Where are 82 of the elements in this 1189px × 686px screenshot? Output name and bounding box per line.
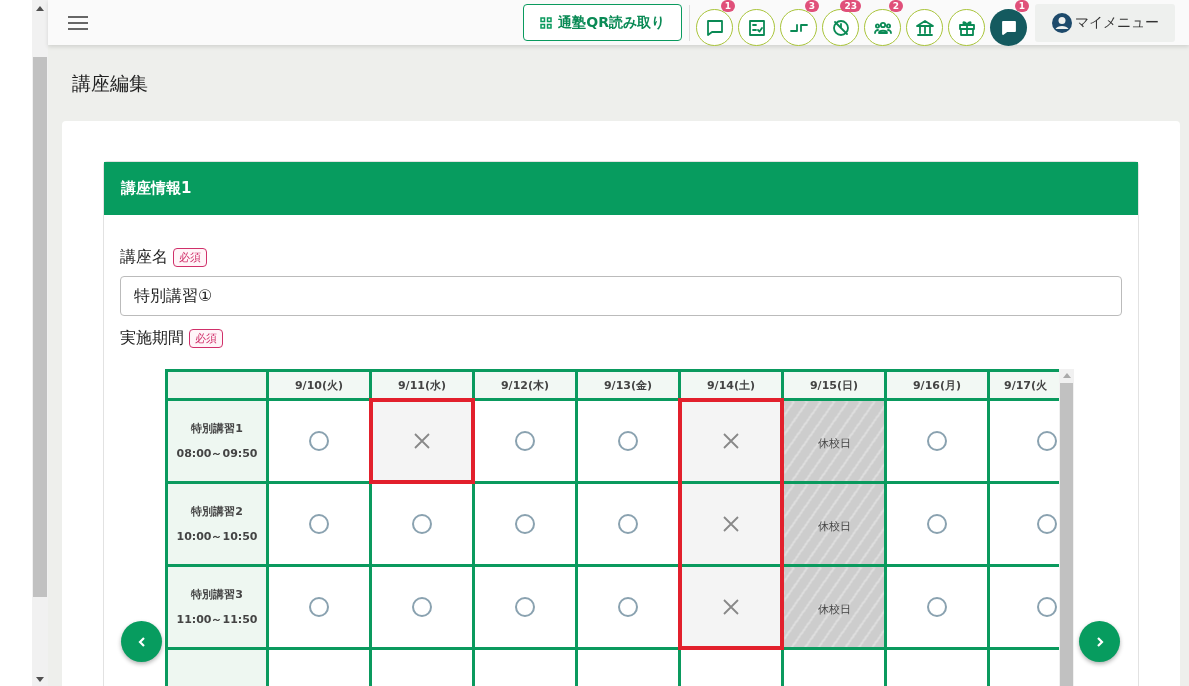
- circle-icon: [308, 596, 330, 618]
- account-icon: [1051, 11, 1073, 34]
- availability-cell[interactable]: [370, 565, 474, 649]
- count-badge: 3: [804, 0, 819, 12]
- circle-icon: [1036, 513, 1058, 535]
- page-title: 講座編集: [71, 71, 149, 96]
- cross-icon: [413, 432, 431, 450]
- date-header: 9/12(木): [473, 370, 577, 400]
- circle-icon: [926, 430, 948, 452]
- cross-icon: [722, 598, 740, 616]
- date-header: 9/10(火): [267, 370, 371, 400]
- circle-icon: [617, 596, 639, 618]
- count-badge: 23: [840, 0, 861, 12]
- session-label: 特別講習1 08:00～09:50: [166, 399, 268, 483]
- circle-icon: [411, 513, 433, 535]
- previous-button[interactable]: [121, 621, 162, 662]
- circle-icon: [514, 596, 536, 618]
- checklist-icon: [746, 17, 767, 38]
- group-button[interactable]: [864, 9, 901, 46]
- cross-icon: [722, 432, 740, 450]
- circle-icon: [1036, 430, 1058, 452]
- circle-icon: [926, 596, 948, 618]
- circle-icon: [411, 596, 433, 618]
- date-header: 9/14(土): [679, 370, 783, 400]
- holiday-cell[interactable]: 休校日: [782, 565, 886, 649]
- chat-icon: [704, 17, 725, 38]
- circle-icon: [926, 513, 948, 535]
- availability-cell[interactable]: [885, 482, 989, 566]
- count-badge: 1: [720, 0, 735, 12]
- availability-cell[interactable]: [885, 399, 989, 483]
- blocked-clock-icon: [830, 17, 851, 38]
- session-label: 特別講習3 11:00～11:50: [166, 565, 268, 649]
- availability-cell[interactable]: [267, 565, 371, 649]
- date-header: 9/11(水): [370, 370, 474, 400]
- availability-cell[interactable]: [473, 399, 577, 483]
- arrows-button[interactable]: [780, 9, 817, 46]
- holiday-cell[interactable]: 休校日: [782, 482, 886, 566]
- table-scrollbar[interactable]: [1059, 369, 1074, 686]
- circle-icon: [514, 513, 536, 535]
- count-badge: 1: [1014, 0, 1029, 12]
- availability-cell[interactable]: [679, 399, 783, 483]
- qr-icon: [540, 16, 553, 29]
- date-header: 9/16(月): [885, 370, 989, 400]
- chat-button[interactable]: [990, 9, 1027, 46]
- circle-icon: [1036, 596, 1058, 618]
- my-menu-button[interactable]: マイメニュー: [1035, 3, 1175, 42]
- availability-cell[interactable]: [679, 482, 783, 566]
- circle-icon: [617, 430, 639, 452]
- cross-icon: [722, 515, 740, 533]
- qr-read-button[interactable]: 通塾QR読み取り: [523, 4, 682, 41]
- date-header: 9/17(火: [988, 370, 1059, 400]
- chat-button[interactable]: [696, 9, 733, 46]
- circle-icon: [514, 430, 536, 452]
- session-label: 特別講習2 10:00～10:50: [166, 482, 268, 566]
- gift-button[interactable]: [948, 9, 985, 46]
- count-badge: 2: [888, 0, 903, 12]
- checklist-button[interactable]: [738, 9, 775, 46]
- field-label: 講座名: [120, 247, 168, 268]
- availability-cell[interactable]: [679, 565, 783, 649]
- field-label: 実施期間: [120, 328, 184, 349]
- availability-cell[interactable]: [885, 565, 989, 649]
- circle-icon: [308, 513, 330, 535]
- bank-button[interactable]: [906, 9, 943, 46]
- circle-icon: [617, 513, 639, 535]
- holiday-cell[interactable]: 休校日: [782, 399, 886, 483]
- circle-icon: [308, 430, 330, 452]
- availability-cell[interactable]: [370, 482, 474, 566]
- section-title: 講座情報1: [121, 179, 192, 198]
- availability-cell[interactable]: [473, 565, 577, 649]
- page-scrollbar[interactable]: [32, 0, 48, 686]
- date-header: 9/13(金): [576, 370, 680, 400]
- blocked-clock-button[interactable]: [822, 9, 859, 46]
- availability-cell[interactable]: [370, 399, 474, 483]
- bank-icon: [914, 17, 935, 38]
- course-name-field[interactable]: 特別講習①: [120, 276, 1122, 316]
- availability-cell[interactable]: [267, 482, 371, 566]
- required-tag: 必須: [189, 329, 223, 348]
- availability-cell[interactable]: [473, 482, 577, 566]
- date-header: 9/15(日): [782, 370, 886, 400]
- required-tag: 必須: [173, 248, 207, 267]
- next-button[interactable]: [1079, 621, 1120, 662]
- menu-icon[interactable]: [68, 15, 88, 30]
